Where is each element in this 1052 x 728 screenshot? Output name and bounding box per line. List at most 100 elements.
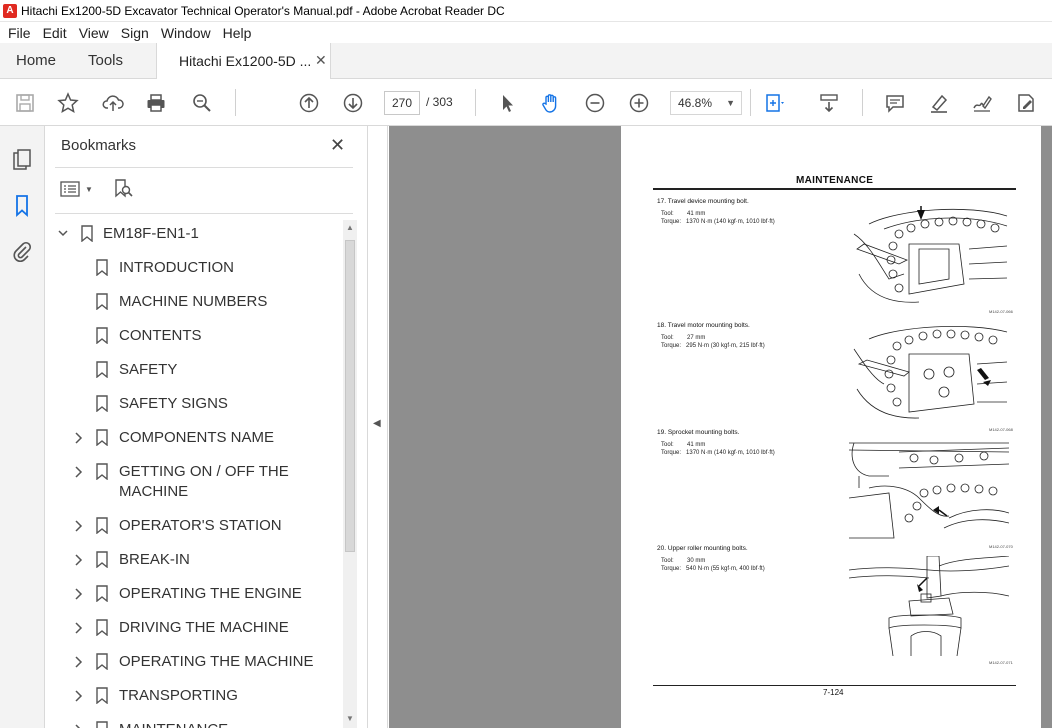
bookmark-options-icon[interactable] — [60, 180, 80, 198]
tab-home[interactable]: Home — [16, 52, 56, 69]
page-number-input[interactable]: 270 — [384, 91, 420, 115]
divider — [55, 213, 353, 214]
torque-spec: Torque: 295 N·m (30 kgf·m, 215 lbf·ft) — [661, 343, 765, 349]
hand-tool-icon[interactable] — [539, 91, 563, 115]
bookmark-label: INTRODUCTION — [119, 259, 234, 276]
bookmark-item[interactable]: OPERATOR'S STATION — [45, 516, 335, 536]
menu-window[interactable]: Window — [161, 25, 211, 41]
chevron-right-icon[interactable] — [73, 584, 85, 604]
travel-motor-figure — [853, 326, 1008, 419]
bookmark-icon — [96, 293, 108, 311]
section-title: 18. Travel motor mounting bolts. — [657, 322, 750, 329]
close-icon[interactable]: ✕ — [330, 135, 345, 156]
bookmark-item[interactable]: BREAK-IN — [45, 550, 335, 570]
scroll-mode-icon[interactable] — [817, 91, 841, 115]
window-title: Hitachi Ex1200-5D Excavator Technical Op… — [21, 3, 505, 18]
upload-icon[interactable] — [101, 91, 125, 115]
document-viewer[interactable]: MAINTENANCE 17. Travel device mounting b… — [389, 126, 1052, 728]
bookmark-label: OPERATING THE MACHINE — [119, 653, 314, 670]
tab-close-icon[interactable]: ✕ — [315, 52, 327, 69]
bookmark-root[interactable]: EM18F-EN1-1 — [45, 224, 335, 244]
zoom-in-icon[interactable] — [627, 91, 651, 115]
edit-icon[interactable] — [1014, 91, 1038, 115]
chevron-right-icon[interactable] — [73, 720, 85, 728]
tab-document[interactable]: Hitachi Ex1200-5D ... ✕ — [156, 43, 331, 80]
scrollbar-thumb[interactable] — [345, 240, 355, 552]
bookmark-label: MACHINE NUMBERS — [119, 293, 268, 310]
zoom-level-select[interactable]: 46.8% ▼ — [670, 91, 742, 115]
chevron-right-icon[interactable] — [73, 462, 85, 482]
page-up-icon[interactable] — [297, 91, 321, 115]
scroll-up-icon[interactable]: ▲ — [346, 223, 354, 232]
page-down-icon[interactable] — [341, 91, 365, 115]
bookmark-icon — [96, 585, 108, 603]
bookmark-item[interactable]: CONTENTS — [45, 326, 335, 346]
main-toolbar: 270 / 303 46.8% ▼ — [0, 79, 1052, 126]
bookmark-icon — [96, 395, 108, 413]
page-total: / 303 — [426, 95, 453, 109]
find-bookmark-icon[interactable] — [113, 179, 133, 199]
chevron-down-icon[interactable]: ▼ — [85, 185, 93, 194]
bookmarks-panel: Bookmarks ✕ ▼ EM18F-EN1-1 INTRODUCTION MA… — [45, 126, 368, 728]
zoom-out-icon[interactable] — [583, 91, 607, 115]
bookmark-item[interactable]: DRIVING THE MACHINE — [45, 618, 335, 638]
select-cursor-icon[interactable] — [496, 91, 520, 115]
section-title: 20. Upper roller mounting bolts. — [657, 545, 748, 552]
bookmark-item[interactable]: INTRODUCTION — [45, 258, 335, 278]
tool-spec: Tool: 30 mm — [661, 558, 706, 564]
title-bar: A Hitachi Ex1200-5D Excavator Technical … — [0, 0, 1052, 22]
menu-file[interactable]: File — [8, 25, 31, 41]
tab-bar: Home Tools Hitachi Ex1200-5D ... ✕ — [0, 43, 1052, 80]
menu-sign[interactable]: Sign — [121, 25, 149, 41]
torque-spec: Torque: 1370 N·m (140 kgf·m, 1010 lbf·ft… — [661, 219, 775, 225]
tab-tools[interactable]: Tools — [88, 52, 123, 69]
page-thumbnails-icon[interactable] — [11, 148, 33, 172]
fit-page-icon[interactable] — [762, 91, 786, 115]
tab-document-label: Hitachi Ex1200-5D ... — [179, 53, 312, 69]
chevron-right-icon[interactable] — [73, 428, 85, 448]
save-icon[interactable] — [13, 91, 37, 115]
divider — [55, 167, 353, 168]
bookmark-label: CONTENTS — [119, 327, 202, 344]
torque-spec: Torque: 1370 N·m (140 kgf·m, 1010 lbf·ft… — [661, 450, 775, 456]
attachment-icon[interactable] — [11, 240, 33, 264]
print-icon[interactable] — [144, 91, 168, 115]
comment-icon[interactable] — [883, 91, 907, 115]
sign-icon[interactable] — [970, 91, 994, 115]
menu-edit[interactable]: Edit — [43, 25, 67, 41]
bookmark-item[interactable]: COMPONENTS NAME — [45, 428, 335, 448]
star-icon[interactable] — [56, 91, 80, 115]
bookmark-icon — [96, 361, 108, 379]
figure-code: M142-07-066 — [989, 309, 1013, 314]
chevron-right-icon[interactable] — [73, 618, 85, 638]
chevron-right-icon[interactable] — [73, 686, 85, 706]
bookmark-item[interactable]: GETTING ON / OFF THE MACHINE — [45, 462, 335, 500]
bookmark-icon — [96, 327, 108, 345]
bookmark-item[interactable]: TRANSPORTING — [45, 686, 335, 706]
bookmarks-scrollbar[interactable]: ▲ ▼ — [343, 220, 357, 728]
panel-collapse-strip[interactable]: ◀ — [368, 126, 388, 728]
chevron-down-icon[interactable] — [57, 224, 69, 244]
tool-spec: Tool: 27 mm — [661, 335, 706, 341]
bookmark-item[interactable]: OPERATING THE MACHINE — [45, 652, 335, 672]
collapse-left-icon[interactable]: ◀ — [373, 418, 381, 429]
bookmark-item[interactable]: SAFETY — [45, 360, 335, 380]
bookmark-item[interactable]: OPERATING THE ENGINE — [45, 584, 335, 604]
menu-view[interactable]: View — [79, 25, 109, 41]
bookmark-icon — [81, 225, 93, 243]
chevron-right-icon[interactable] — [73, 516, 85, 536]
figure-code: M142-07-071 — [989, 660, 1013, 665]
chevron-right-icon[interactable] — [73, 550, 85, 570]
figure-code: M142-07-068 — [989, 427, 1013, 432]
scroll-down-icon[interactable]: ▼ — [346, 714, 354, 723]
bookmark-label: GETTING ON / OFF THE — [119, 463, 289, 480]
bookmark-item[interactable]: MAINTENANCE — [45, 720, 335, 728]
bookmark-item[interactable]: SAFETY SIGNS — [45, 394, 335, 414]
zoom-search-icon[interactable] — [190, 91, 214, 115]
bookmark-panel-icon[interactable] — [11, 194, 33, 218]
bookmark-icon — [96, 259, 108, 277]
highlight-icon[interactable] — [927, 91, 951, 115]
menu-help[interactable]: Help — [223, 25, 252, 41]
bookmark-item[interactable]: MACHINE NUMBERS — [45, 292, 335, 312]
chevron-right-icon[interactable] — [73, 652, 85, 672]
